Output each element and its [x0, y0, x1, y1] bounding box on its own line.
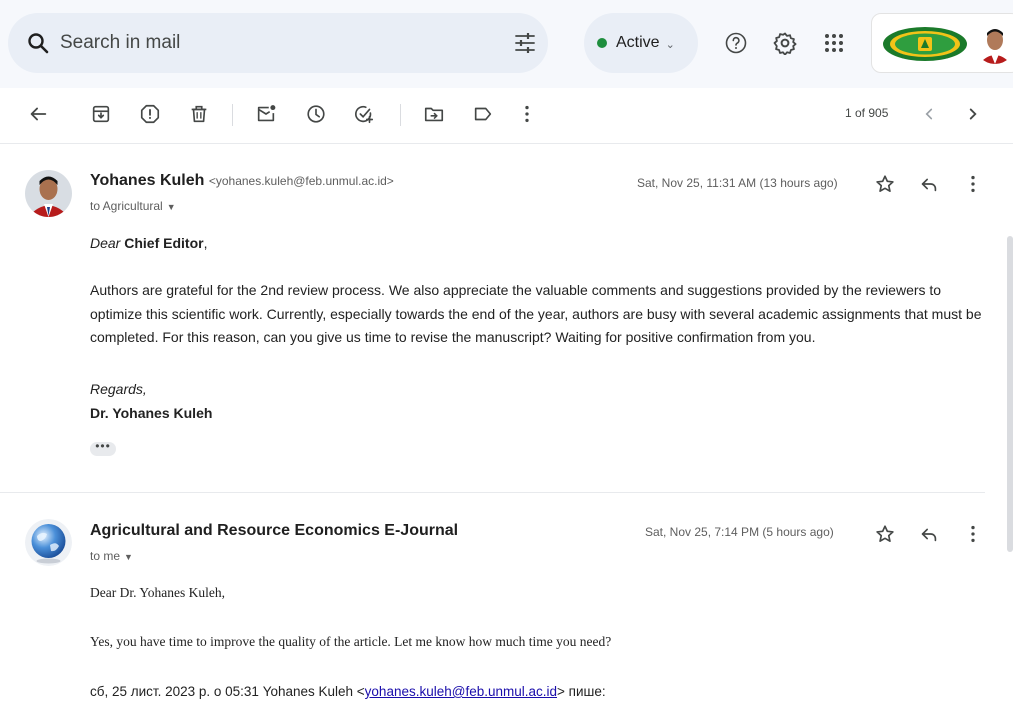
reply-icon[interactable] — [918, 173, 940, 195]
star-icon[interactable] — [874, 523, 896, 545]
chevron-down-icon: ⌄ — [665, 38, 675, 51]
reply-icon[interactable] — [918, 523, 940, 545]
signature: Dr. Yohanes Kuleh — [90, 405, 213, 421]
snooze-icon[interactable] — [305, 103, 327, 125]
sender-name[interactable]: Agricultural and Resource Economics E-Jo… — [90, 522, 458, 539]
recipient-line[interactable]: to me ▼ — [90, 549, 133, 563]
sender-email: <yohanes.kuleh@feb.unmul.ac.id> — [208, 174, 394, 188]
sender-line: Yohanes Kuleh <yohanes.kuleh@feb.unmul.a… — [90, 172, 394, 190]
quoted-header: сб, 25 лист. 2023 р. о 05:31 Yohanes Kul… — [90, 680, 980, 703]
signoff-text: Regards, — [90, 381, 147, 397]
add-to-tasks-icon[interactable] — [353, 103, 375, 125]
account-switcher[interactable] — [871, 13, 1013, 73]
quote-email-link[interactable]: yohanes.kuleh@feb.unmul.ac.id — [365, 684, 557, 699]
organization-logo — [883, 27, 967, 61]
message-paragraph: Authors are grateful for the 2nd review … — [90, 282, 982, 345]
message-paragraph: Yes, you have time to improve the qualit… — [90, 634, 612, 649]
settings-gear-icon[interactable] — [773, 31, 797, 55]
pager-count: 1 of 905 — [845, 106, 889, 120]
message-toolbar: 1 of 905 — [0, 88, 1013, 144]
message-greeting: Dear Dr. Yohanes Kuleh, — [90, 585, 225, 600]
active-status-dot — [597, 38, 607, 48]
signoff: Regards, — [90, 378, 980, 401]
sender-avatar[interactable] — [25, 170, 72, 217]
greeting: Dear Chief Editor, — [90, 232, 980, 255]
delete-icon[interactable] — [188, 103, 210, 125]
label-icon[interactable] — [472, 103, 494, 125]
greeting-suffix: , — [203, 235, 208, 251]
more-vert-icon[interactable] — [962, 173, 984, 195]
greeting-prefix: Dear — [90, 235, 121, 251]
more-vert-icon[interactable] — [516, 103, 538, 125]
status-selector[interactable]: Active ⌄ — [584, 13, 698, 73]
apps-grid-icon[interactable] — [822, 31, 846, 55]
message-date: Sat, Nov 25, 7:14 PM (5 hours ago) — [645, 525, 834, 539]
message-body: Dear Chief Editor, — [90, 232, 980, 255]
recipient-text: to me — [90, 549, 121, 563]
account-avatar — [975, 24, 1013, 64]
scrollbar-thumb[interactable] — [1007, 236, 1013, 552]
star-icon[interactable] — [874, 173, 896, 195]
recipient-line[interactable]: to Agricultural ▼ — [90, 199, 176, 213]
message-date: Sat, Nov 25, 11:31 AM (13 hours ago) — [637, 176, 838, 190]
caret-down-icon[interactable]: ▼ — [167, 202, 176, 212]
status-label: Active — [616, 34, 660, 51]
chevron-right-icon[interactable] — [962, 103, 984, 125]
greeting-name: Chief Editor — [124, 235, 204, 251]
top-bar: Active ⌄ — [0, 0, 1013, 88]
chevron-left-icon[interactable] — [918, 103, 940, 125]
search-input[interactable] — [60, 27, 480, 59]
back-arrow-icon[interactable] — [27, 103, 49, 125]
show-trimmed-content-button[interactable]: ••• — [90, 440, 116, 456]
search-bar[interactable] — [8, 13, 548, 73]
help-icon[interactable] — [724, 31, 748, 55]
quote-suffix: > пише: — [557, 684, 606, 699]
quote-prefix: сб, 25 лист. 2023 р. о 05:31 Yohanes Kul… — [90, 684, 365, 699]
toolbar-separator — [232, 104, 233, 126]
search-icon[interactable] — [26, 31, 50, 55]
archive-icon[interactable] — [90, 103, 112, 125]
sender-line: Agricultural and Resource Economics E-Jo… — [90, 522, 458, 540]
message-divider — [0, 492, 985, 493]
filter-options-icon[interactable] — [513, 31, 537, 55]
more-vert-icon[interactable] — [962, 523, 984, 545]
toolbar-separator — [400, 104, 401, 126]
mark-unread-icon[interactable] — [255, 103, 277, 125]
sender-avatar-globe[interactable] — [25, 519, 72, 566]
caret-down-icon[interactable]: ▼ — [124, 552, 133, 562]
recipient-text: to Agricultural — [90, 199, 163, 213]
move-to-icon[interactable] — [423, 103, 445, 125]
report-spam-icon[interactable] — [139, 103, 161, 125]
sender-name[interactable]: Yohanes Kuleh — [90, 172, 204, 189]
